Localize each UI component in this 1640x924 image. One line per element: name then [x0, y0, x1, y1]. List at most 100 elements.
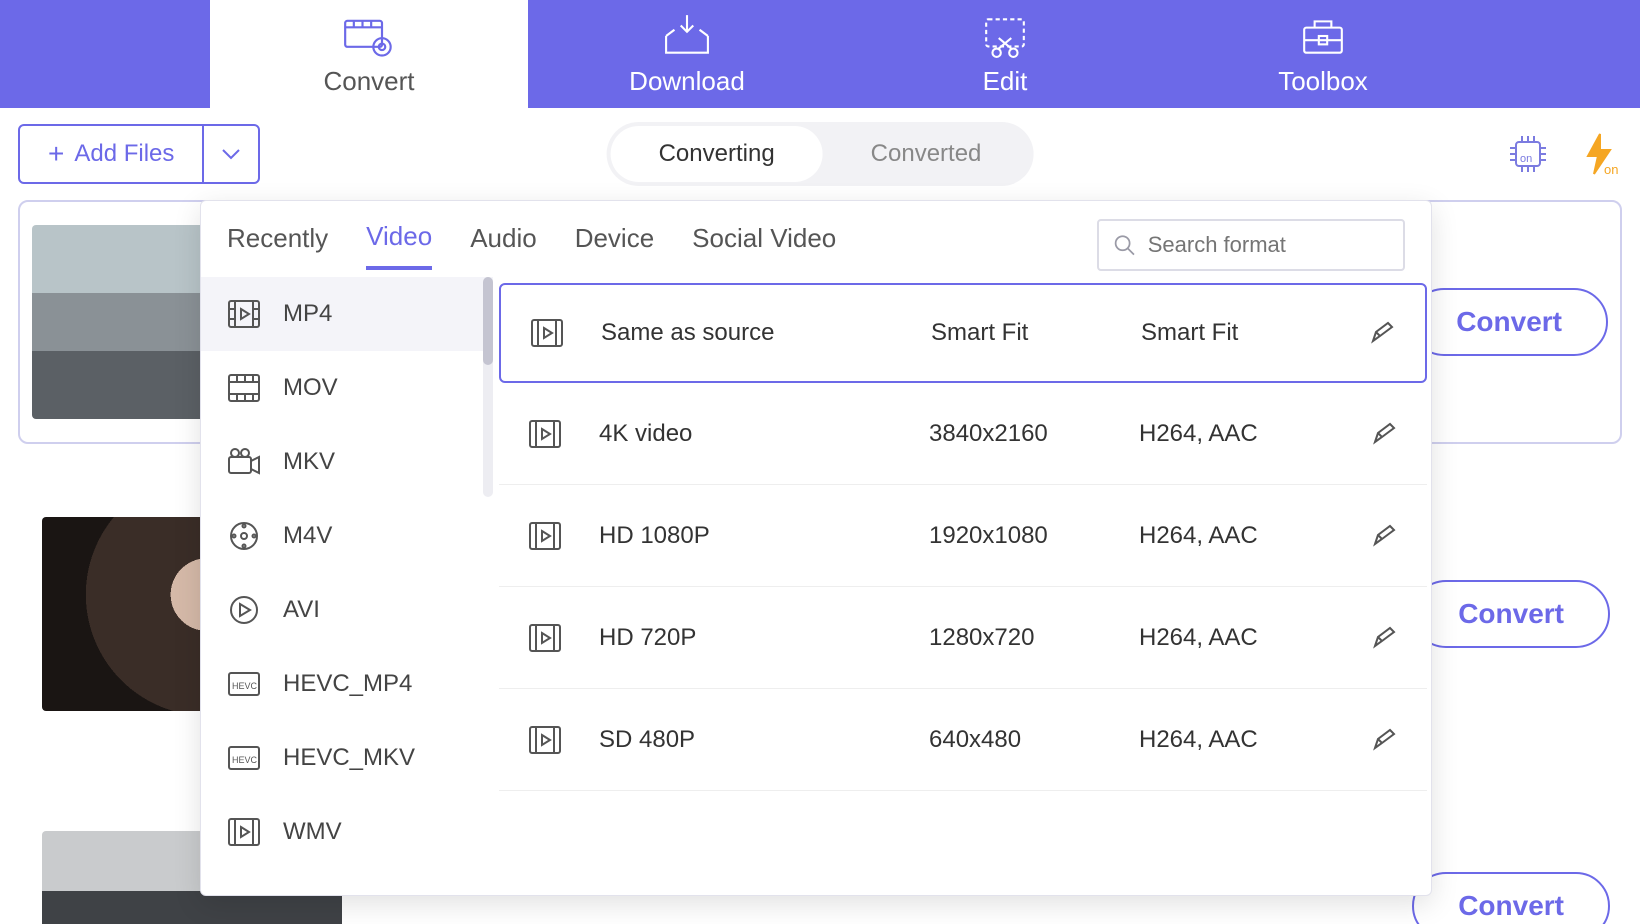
- preset-edit-button[interactable]: [1371, 728, 1399, 752]
- film-icon: [227, 817, 261, 847]
- svg-text:on: on: [1604, 162, 1618, 176]
- toolbar-right: on on: [1506, 132, 1622, 176]
- svg-text:HEVC: HEVC: [232, 755, 258, 765]
- format-tab-social[interactable]: Social Video: [692, 223, 836, 268]
- preset-list: Same as source Smart Fit Smart Fit 4K vi…: [493, 277, 1431, 895]
- add-files-group: + Add Files: [18, 124, 260, 184]
- hevc-icon: HEVC: [227, 743, 261, 773]
- add-files-dropdown[interactable]: [202, 126, 258, 182]
- format-item-mkv[interactable]: MKV: [201, 425, 493, 499]
- preset-resolution: 1920x1080: [929, 522, 1139, 550]
- video-icon: [527, 419, 563, 449]
- format-item-wmv[interactable]: WMV: [201, 795, 493, 869]
- film-icon: [227, 373, 261, 403]
- hevc-icon: HEVC: [227, 669, 261, 699]
- format-tabs: Recently Video Audio Device Social Video: [201, 201, 1431, 271]
- format-tab-video[interactable]: Video: [366, 221, 432, 270]
- tab-download-label: Download: [629, 66, 745, 97]
- video-icon: [529, 318, 565, 348]
- tab-edit[interactable]: Edit: [846, 0, 1164, 108]
- preset-item-source[interactable]: Same as source Smart Fit Smart Fit: [499, 283, 1427, 383]
- preset-edit-button[interactable]: [1371, 422, 1399, 446]
- high-speed-icon[interactable]: on: [1578, 132, 1622, 176]
- preset-codec: H264, AAC: [1139, 420, 1371, 448]
- status-segmented: Converting Converted: [607, 122, 1034, 186]
- format-item-hevc-mkv[interactable]: HEVC HEVC_MKV: [201, 721, 493, 795]
- preset-item-1080p[interactable]: HD 1080P 1920x1080 H264, AAC: [499, 485, 1427, 587]
- video-icon: [527, 725, 563, 755]
- svg-text:on: on: [1520, 153, 1532, 165]
- preset-edit-button[interactable]: [1369, 321, 1397, 345]
- preset-resolution: 3840x2160: [929, 420, 1139, 448]
- tab-convert[interactable]: Convert: [210, 0, 528, 108]
- tab-edit-label: Edit: [983, 66, 1028, 97]
- convert-button[interactable]: Convert: [1410, 288, 1608, 356]
- format-item-m4v[interactable]: M4V: [201, 499, 493, 573]
- camera-icon: [227, 447, 261, 477]
- search-format[interactable]: [1097, 219, 1405, 271]
- format-popover: Recently Video Audio Device Social Video…: [200, 200, 1432, 896]
- format-item-mov[interactable]: MOV: [201, 351, 493, 425]
- format-tab-audio[interactable]: Audio: [470, 223, 537, 268]
- preset-codec: H264, AAC: [1139, 624, 1371, 652]
- format-label: WMV: [283, 818, 342, 846]
- format-tab-recently[interactable]: Recently: [227, 223, 328, 268]
- plus-icon: +: [48, 138, 64, 170]
- top-nav: Convert Download Edit Toolbox: [0, 0, 1640, 108]
- hardware-accel-icon[interactable]: on: [1506, 132, 1550, 176]
- preset-name: SD 480P: [599, 726, 929, 754]
- preset-item-480p[interactable]: SD 480P 640x480 H264, AAC: [499, 689, 1427, 791]
- preset-item-720p[interactable]: HD 720P 1280x720 H264, AAC: [499, 587, 1427, 689]
- toolbox-icon: [1297, 12, 1349, 60]
- edit-icon: [979, 12, 1031, 60]
- preset-item-4k[interactable]: 4K video 3840x2160 H264, AAC: [499, 383, 1427, 485]
- video-icon: [527, 521, 563, 551]
- preset-codec: H264, AAC: [1139, 522, 1371, 550]
- preset-name: HD 1080P: [599, 522, 929, 550]
- film-icon: [227, 299, 261, 329]
- format-item-avi[interactable]: AVI: [201, 573, 493, 647]
- search-icon: [1113, 232, 1136, 258]
- segment-converting[interactable]: Converting: [611, 126, 823, 182]
- format-scrollbar-thumb[interactable]: [483, 277, 493, 365]
- format-item-hevc-mp4[interactable]: HEVC HEVC_MP4: [201, 647, 493, 721]
- content: Convert Convert Convert Recently Video A…: [0, 200, 1640, 924]
- play-circle-icon: [227, 595, 261, 625]
- convert-button[interactable]: Convert: [1412, 872, 1610, 924]
- format-body: MP4 MOV MKV M4V AVI: [201, 277, 1431, 895]
- format-label: HEVC_MP4: [283, 670, 412, 698]
- download-icon: [661, 12, 713, 60]
- preset-resolution: Smart Fit: [931, 319, 1141, 347]
- preset-name: 4K video: [599, 420, 929, 448]
- preset-resolution: 640x480: [929, 726, 1139, 754]
- svg-text:HEVC: HEVC: [232, 681, 258, 691]
- preset-resolution: 1280x720: [929, 624, 1139, 652]
- format-label: AVI: [283, 596, 320, 624]
- toolbar: + Add Files Converting Converted on on: [0, 108, 1640, 200]
- segment-converted[interactable]: Converted: [823, 126, 1030, 182]
- format-item-mp4[interactable]: MP4: [201, 277, 493, 351]
- format-label: MKV: [283, 448, 335, 476]
- preset-edit-button[interactable]: [1371, 524, 1399, 548]
- tab-convert-label: Convert: [323, 66, 414, 97]
- disc-icon: [227, 521, 261, 551]
- nav-spacer: [0, 0, 210, 108]
- preset-name: Same as source: [601, 319, 931, 347]
- search-format-input[interactable]: [1148, 232, 1389, 258]
- format-label: HEVC_MKV: [283, 744, 415, 772]
- format-tab-device[interactable]: Device: [575, 223, 654, 268]
- format-label: MOV: [283, 374, 338, 402]
- add-files-button[interactable]: + Add Files: [20, 126, 202, 182]
- preset-edit-button[interactable]: [1371, 626, 1399, 650]
- add-files-label: Add Files: [74, 140, 174, 168]
- format-label: MP4: [283, 300, 332, 328]
- tab-download[interactable]: Download: [528, 0, 846, 108]
- tab-toolbox-label: Toolbox: [1278, 66, 1368, 97]
- preset-codec: Smart Fit: [1141, 319, 1369, 347]
- video-icon: [527, 623, 563, 653]
- tab-toolbox[interactable]: Toolbox: [1164, 0, 1482, 108]
- preset-name: HD 720P: [599, 624, 929, 652]
- preset-codec: H264, AAC: [1139, 726, 1371, 754]
- format-list[interactable]: MP4 MOV MKV M4V AVI: [201, 277, 493, 895]
- convert-button[interactable]: Convert: [1412, 580, 1610, 648]
